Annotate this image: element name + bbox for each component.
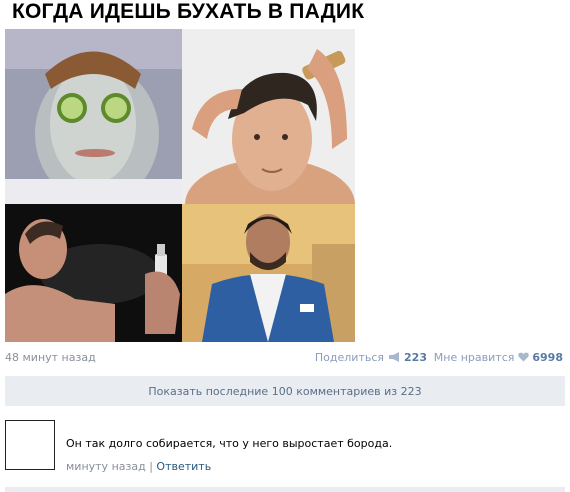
photo-spray[interactable] <box>5 204 182 342</box>
post-title: КОГДА ИДЕШЬ БУХАТЬ В ПАДИК <box>12 0 365 23</box>
share-count: 223 <box>404 351 427 364</box>
like-button[interactable]: Мне нравится 6998 <box>434 351 563 365</box>
post-photo-collage[interactable] <box>5 29 355 342</box>
photo-blue-suit[interactable] <box>182 204 355 342</box>
megaphone-icon <box>388 351 401 365</box>
like-count: 6998 <box>532 351 563 364</box>
show-comments-button[interactable]: Показать последние 100 комментариев из 2… <box>5 376 565 406</box>
comment-meta: минуту назад | Ответить <box>66 460 211 473</box>
heart-icon <box>518 352 529 365</box>
comment-time[interactable]: минуту назад <box>66 460 146 473</box>
share-label: Поделиться <box>314 351 385 364</box>
like-label: Мне нравится <box>433 351 515 364</box>
photo-face-mask[interactable] <box>5 29 182 204</box>
post-meta: 48 минут назад Поделиться 223 Мне нравит… <box>5 351 563 369</box>
reply-link[interactable]: Ответить <box>156 460 211 473</box>
comment-separator: | <box>149 460 153 473</box>
avatar[interactable] <box>5 420 55 470</box>
comment-text: Он так долго собирается, что у него выро… <box>66 437 393 450</box>
post-time[interactable]: 48 минут назад <box>5 351 96 364</box>
photo-combing-hair[interactable] <box>182 29 355 204</box>
share-button[interactable]: Поделиться 223 <box>315 351 427 365</box>
comment-item: Он так долго собирается, что у него выро… <box>5 420 565 480</box>
next-comment-divider <box>5 487 565 492</box>
